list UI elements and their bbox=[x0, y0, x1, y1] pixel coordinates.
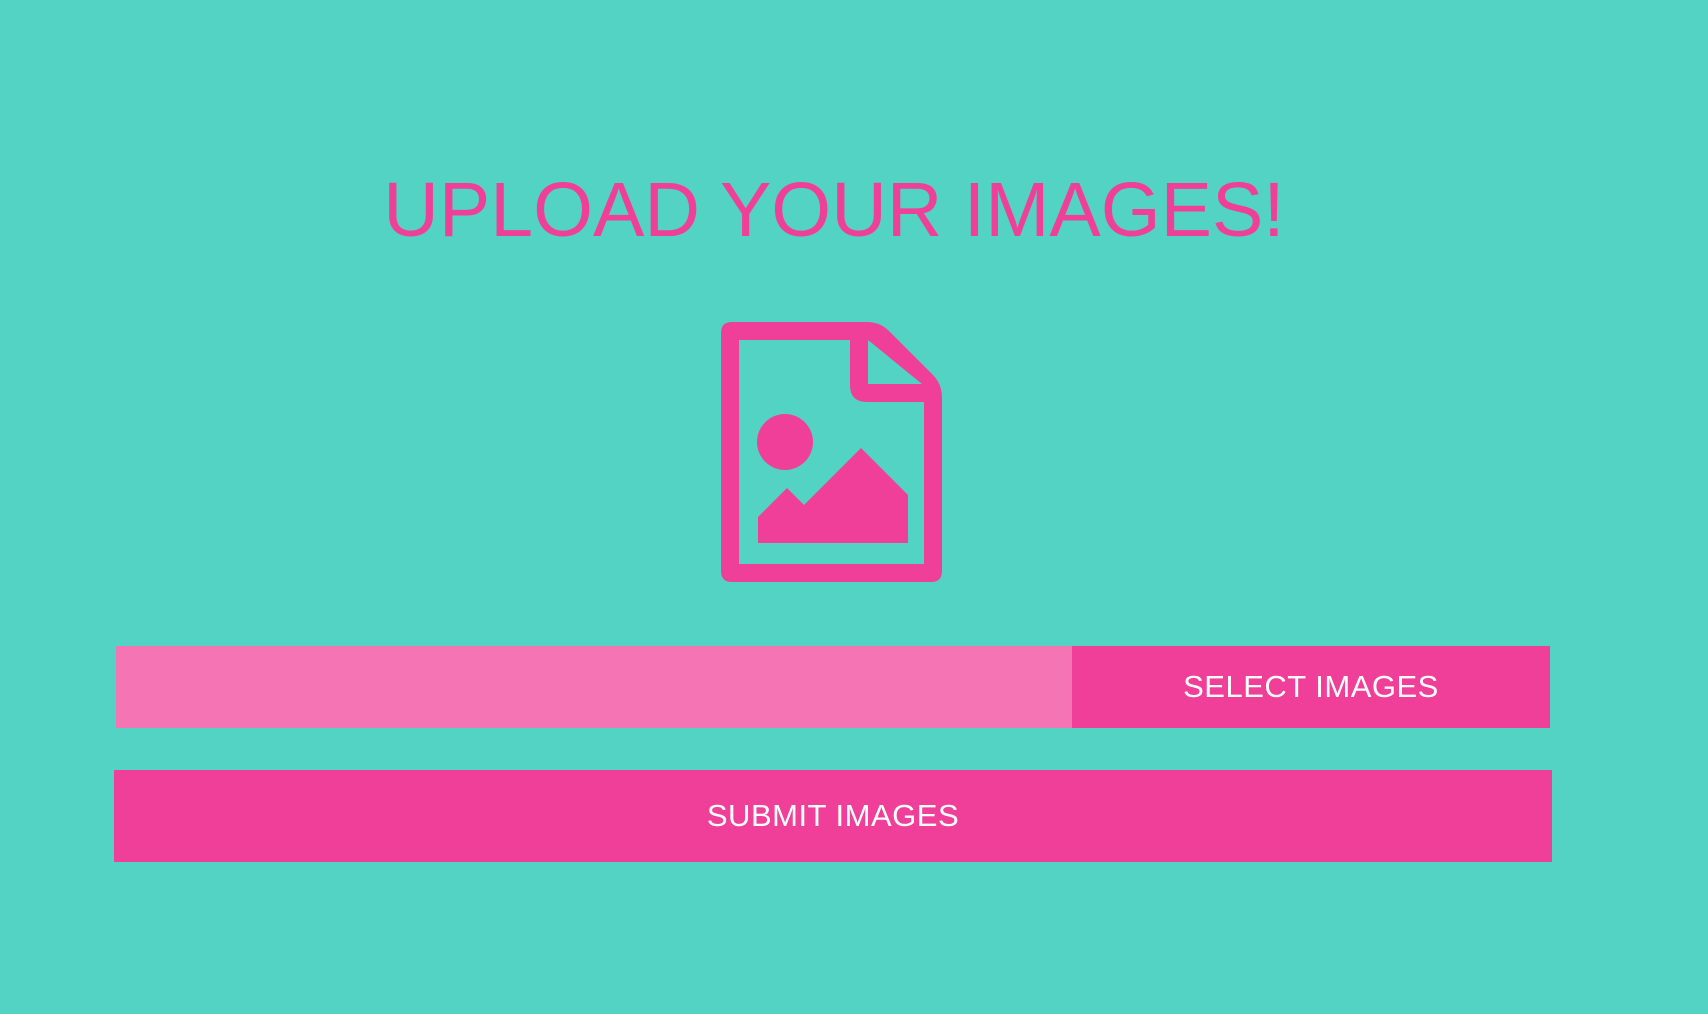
upload-page: UPLOAD YOUR IMAGES! SELECT IMAGES SUBMIT… bbox=[0, 0, 1708, 1014]
select-images-button[interactable]: SELECT IMAGES bbox=[1072, 646, 1550, 728]
submit-images-button[interactable]: SUBMIT IMAGES bbox=[114, 770, 1552, 862]
file-select-row: SELECT IMAGES bbox=[116, 646, 1550, 728]
page-title: UPLOAD YOUR IMAGES! bbox=[383, 167, 1285, 253]
file-path-field[interactable] bbox=[116, 646, 1072, 728]
file-image-icon bbox=[721, 322, 945, 582]
